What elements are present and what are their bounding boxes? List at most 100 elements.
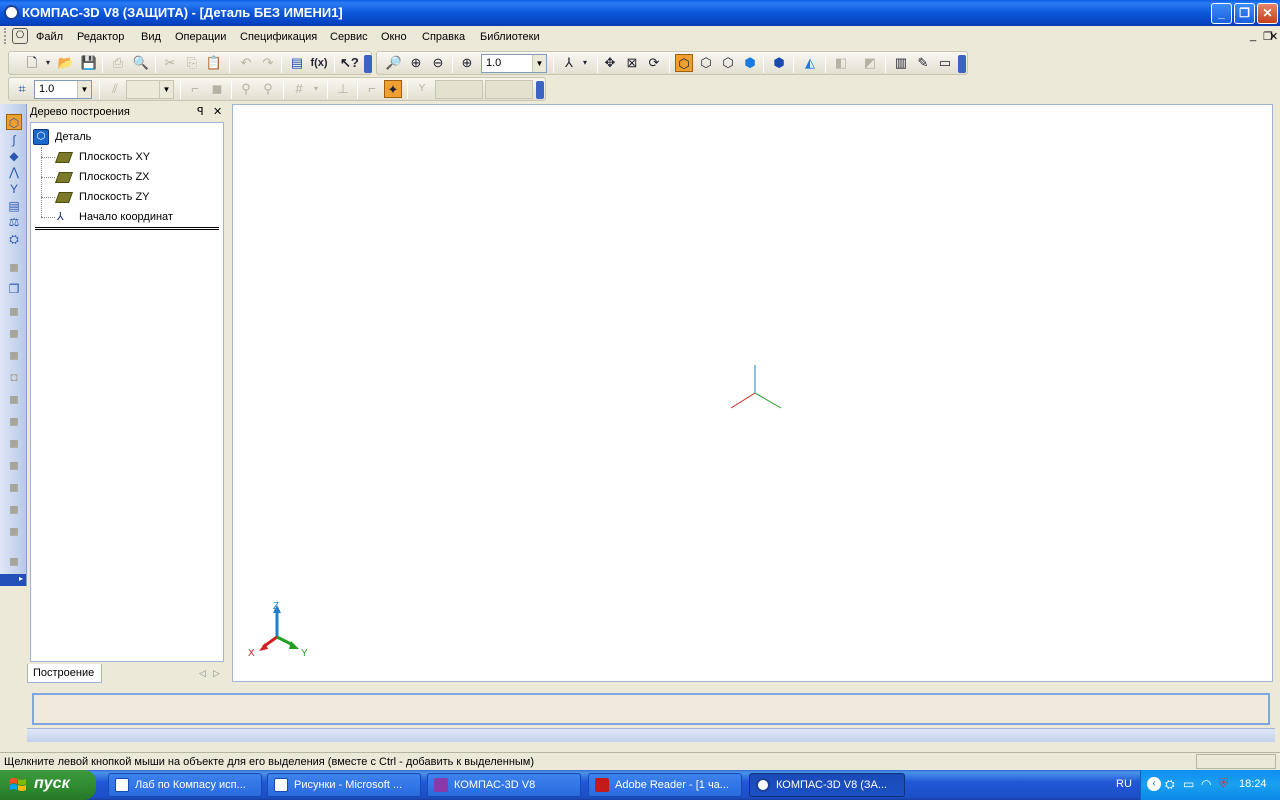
help-pointer-icon[interactable]: ↖?: [340, 54, 359, 72]
pan-icon[interactable]: ✥: [601, 54, 619, 72]
hidden-lines-icon[interactable]: ⬡: [697, 54, 715, 72]
panel-expand-icon[interactable]: ▸: [0, 574, 26, 586]
rib-icon[interactable]: ◼: [6, 479, 22, 495]
loft-icon[interactable]: ◼: [6, 347, 22, 363]
hidden-thin-icon[interactable]: ⬡: [719, 54, 737, 72]
zoom-window-icon[interactable]: 🔎: [385, 54, 403, 72]
tab-scroll-left-icon[interactable]: ◁: [199, 668, 206, 679]
array-icon[interactable]: ◼: [6, 523, 22, 539]
menu-libraries[interactable]: Библиотеки: [480, 31, 540, 43]
snap-points-icon[interactable]: ✦: [384, 80, 402, 98]
menu-edit[interactable]: Редактор: [77, 31, 124, 43]
menu-view[interactable]: Вид: [141, 31, 161, 43]
doc-minimize-button[interactable]: _: [1250, 30, 1256, 42]
pin-icon[interactable]: ꟼ: [197, 105, 204, 118]
snap-icon[interactable]: ⚲: [237, 80, 255, 98]
start-button[interactable]: пуск: [0, 770, 96, 800]
sketch-icon[interactable]: ⌐: [186, 80, 204, 98]
edit-details-icon[interactable]: ⬡: [6, 114, 22, 130]
filters-icon[interactable]: Y: [6, 181, 22, 197]
save-icon[interactable]: 💾: [80, 54, 98, 72]
tab-scroll-right-icon[interactable]: ▷: [213, 668, 220, 679]
paste-icon[interactable]: 📋: [205, 54, 223, 72]
kompas-app-icon[interactable]: [4, 5, 19, 20]
security-shield-icon[interactable]: ⛨: [1219, 776, 1228, 791]
ortho-icon[interactable]: ⊥: [334, 80, 352, 98]
chevron-down-icon[interactable]: ▼: [159, 81, 173, 98]
grid-icon[interactable]: #: [290, 80, 308, 98]
print-icon[interactable]: ⎙: [109, 54, 127, 72]
layer-combo[interactable]: ▼: [126, 80, 174, 99]
variables-fx-icon[interactable]: f(x): [310, 54, 328, 72]
shaded-edges-icon[interactable]: ⬢: [770, 54, 788, 72]
hole-icon[interactable]: ◼: [6, 457, 22, 473]
shell-icon[interactable]: ◼: [6, 501, 22, 517]
measure-icon[interactable]: ⚖: [6, 214, 22, 230]
extrude-icon[interactable]: ◼: [6, 259, 22, 275]
tree-item-plane-zy[interactable]: Плоскость ZY: [54, 191, 150, 203]
toolbar-options-icon[interactable]: [958, 55, 966, 73]
mirror-icon[interactable]: ◼: [6, 553, 22, 569]
local-cs-icon[interactable]: ⌗: [13, 80, 31, 98]
menu-window[interactable]: Окно: [381, 31, 407, 43]
zoom-scale-combo[interactable]: 1.0 ▼: [481, 54, 547, 73]
undo-icon[interactable]: ↶: [237, 54, 255, 72]
menu-operations[interactable]: Операции: [175, 31, 226, 43]
wifi-icon[interactable]: ◠: [1201, 777, 1211, 791]
toolbar-options-icon[interactable]: [536, 81, 544, 99]
specification-icon[interactable]: ▤: [6, 198, 22, 214]
brush-icon[interactable]: ✎: [914, 54, 932, 72]
wireframe-icon[interactable]: ⬡: [675, 54, 693, 72]
monitor-icon[interactable]: ▭: [1183, 777, 1194, 791]
zoom-extents-icon[interactable]: ⊠: [623, 54, 641, 72]
grid-dropdown-icon[interactable]: ▾: [307, 80, 325, 98]
task-kompas[interactable]: КОМПАС-3D V8: [427, 773, 581, 797]
toolbar-options-icon[interactable]: [364, 55, 372, 73]
chevron-down-icon[interactable]: ▼: [532, 55, 546, 72]
assembly-icon[interactable]: ◩: [861, 54, 879, 72]
monitor-icon[interactable]: ▭: [936, 54, 954, 72]
chevron-down-icon[interactable]: ▼: [77, 81, 91, 98]
coord-y-field[interactable]: [485, 80, 533, 99]
menu-grip[interactable]: [4, 28, 7, 44]
network-icon[interactable]: ⛭: [1165, 777, 1175, 792]
revolve-icon[interactable]: ◼: [6, 303, 22, 319]
task-kompas-active[interactable]: КОМПАС-3D V8 (ЗА...: [749, 773, 905, 797]
model-viewport[interactable]: Z X Y: [232, 104, 1273, 682]
tab-construction[interactable]: Построение: [27, 664, 102, 683]
rotate-icon[interactable]: ⟳: [645, 54, 663, 72]
spatial-curves-icon[interactable]: ∫: [6, 132, 22, 148]
operation-icon[interactable]: ◼: [208, 80, 226, 98]
section-icon[interactable]: ◧: [832, 54, 850, 72]
document-menu-icon[interactable]: ⎔: [12, 28, 28, 44]
tree-item-plane-zx[interactable]: Плоскость ZX: [54, 171, 150, 183]
new-dropdown-icon[interactable]: ▾: [39, 54, 57, 72]
perspective-icon[interactable]: ◭: [801, 54, 819, 72]
properties-icon[interactable]: ▥: [892, 54, 910, 72]
zoom-out-icon[interactable]: ⊖: [429, 54, 447, 72]
step-combo[interactable]: 1.0 ▼: [34, 80, 92, 99]
menu-file[interactable]: Файл: [36, 31, 63, 43]
task-adobe-reader[interactable]: Adobe Reader - [1 ча...: [588, 773, 742, 797]
tree-root[interactable]: ⬡ Деталь: [33, 129, 91, 145]
auxiliary-geometry-icon[interactable]: ⋀: [6, 164, 22, 180]
sheet-metal-icon[interactable]: ⛭: [6, 231, 22, 247]
menu-service[interactable]: Сервис: [330, 31, 368, 43]
zoom-scale-icon[interactable]: ⊕: [458, 54, 476, 72]
restore-button[interactable]: ❐: [1234, 3, 1255, 24]
round-icon[interactable]: ⌐: [363, 80, 381, 98]
doc-close-button[interactable]: ✕: [1269, 30, 1278, 43]
fillet-icon[interactable]: ◼: [6, 413, 22, 429]
minimize-button[interactable]: _: [1211, 3, 1232, 24]
manager-icon[interactable]: ▤: [288, 54, 306, 72]
open-folder-icon[interactable]: 📂: [57, 54, 75, 72]
task-word-pictures[interactable]: Рисунки - Microsoft ...: [267, 773, 421, 797]
kinematic-icon[interactable]: ◼: [6, 325, 22, 341]
coordinates-icon[interactable]: Y: [413, 80, 431, 98]
magnet-icon[interactable]: ⚲: [259, 80, 277, 98]
menu-specification[interactable]: Спецификация: [240, 31, 317, 43]
cut-icon[interactable]: ✂: [161, 54, 179, 72]
zoom-in-icon[interactable]: ⊕: [407, 54, 425, 72]
print-preview-icon[interactable]: 🔍: [132, 54, 150, 72]
shaded-icon[interactable]: ⬢: [741, 54, 759, 72]
